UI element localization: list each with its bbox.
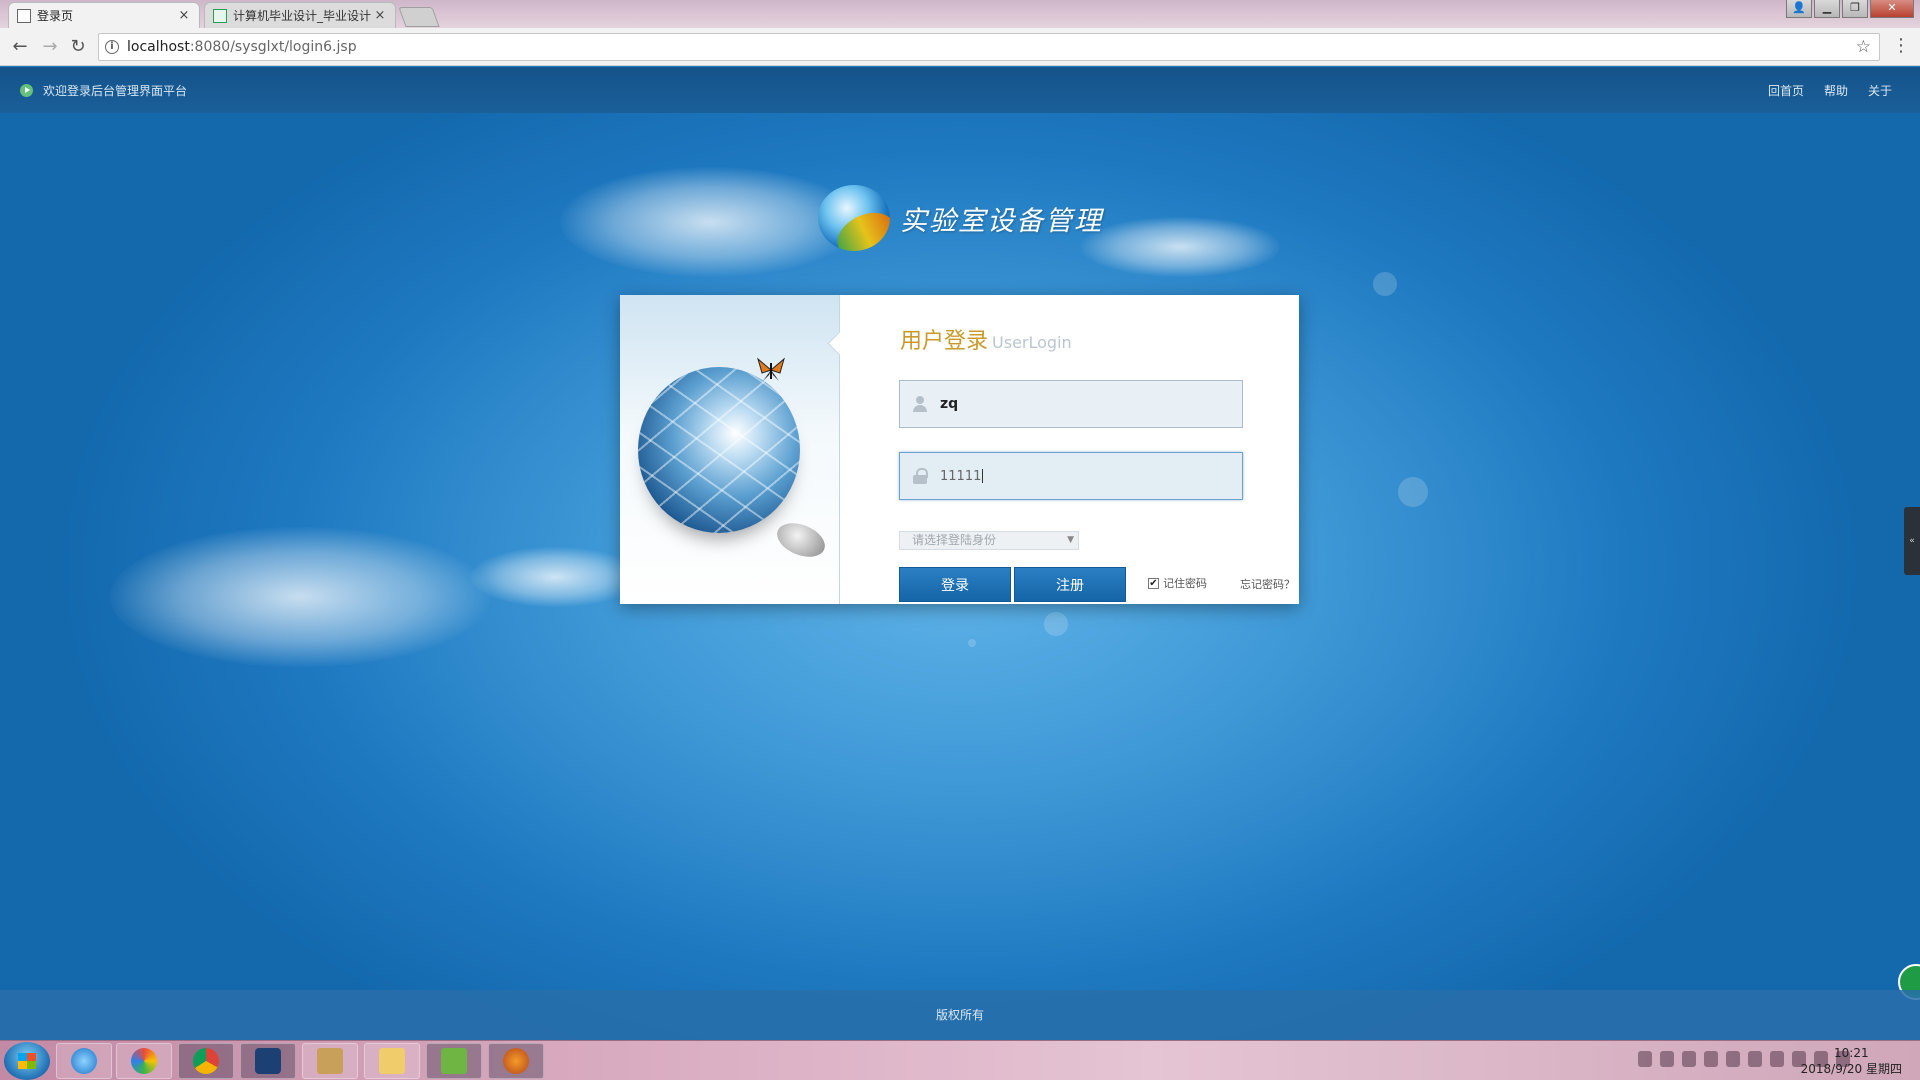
tab-close-icon[interactable]: × — [373, 8, 387, 23]
taskbar-editor-icon[interactable] — [240, 1043, 296, 1079]
login-illustration — [620, 295, 840, 604]
username-value: zq — [940, 396, 959, 412]
taskbar-orange-app-icon[interactable] — [488, 1043, 544, 1079]
tray-arrow-icon[interactable] — [1660, 1051, 1674, 1067]
role-placeholder: 请选择登陆身份 — [912, 533, 997, 547]
page-footer: 版权所有 — [0, 990, 1920, 1040]
cloud-decoration — [110, 527, 490, 667]
minimize-button[interactable]: ▁ — [1814, 0, 1840, 18]
user-icon — [900, 396, 940, 412]
bubble-decoration — [1044, 612, 1068, 636]
page-topbar: 欢迎登录后台管理界面平台 回首页 帮助 关于 — [0, 67, 1920, 113]
bubble-decoration — [1398, 477, 1428, 507]
clock-time: 10:21 — [1834, 1046, 1869, 1060]
lock-icon — [900, 468, 940, 484]
taskbar-chrome-icon[interactable] — [178, 1043, 234, 1079]
side-panel-tab[interactable]: « — [1904, 507, 1920, 575]
tab-title: 计算机毕业设计_毕业设计 — [233, 9, 372, 23]
cloud-decoration — [470, 547, 640, 607]
usb-icon[interactable] — [1682, 1051, 1696, 1067]
computer-mouse-icon — [772, 516, 830, 564]
login-title-cn: 用户登录 — [900, 329, 989, 354]
clock-date: 2018/9/20 星期四 — [1800, 1062, 1902, 1076]
logo-text: 实验室设备管理 — [900, 205, 1103, 237]
reload-button[interactable]: ↻ — [66, 35, 90, 59]
remember-label: 记住密码 — [1163, 577, 1207, 590]
tray-app-icon[interactable] — [1770, 1051, 1784, 1067]
windows-start-icon[interactable] — [4, 1042, 50, 1080]
nav-about-link[interactable]: 关于 — [1868, 82, 1892, 99]
url-path: :8080/sysglxt/login6.jsp — [189, 39, 357, 55]
taskbar-colorful-app-icon[interactable] — [116, 1043, 172, 1079]
top-nav: 回首页 帮助 关于 — [1768, 82, 1892, 99]
page-favicon-icon — [17, 8, 31, 23]
nav-home-link[interactable]: 回首页 — [1768, 82, 1804, 99]
app-logo: 实验室设备管理 — [818, 185, 1103, 251]
profile-icon[interactable]: 👤 — [1786, 0, 1812, 18]
taskbar-tools-icon[interactable] — [302, 1043, 358, 1079]
login-title: 用户登录 UserLogin — [900, 323, 1072, 355]
address-bar[interactable]: i localhost:8080/sysglxt/login6.jsp ☆ — [98, 33, 1880, 61]
register-button[interactable]: 注册 — [1014, 567, 1126, 602]
site-favicon-icon — [213, 8, 227, 23]
qq-icon[interactable] — [1748, 1051, 1762, 1067]
butterfly-icon — [757, 357, 785, 381]
password-value: 11111 — [940, 468, 982, 484]
page-background: 欢迎登录后台管理界面平台 回首页 帮助 关于 实验室设备管理 用户登录 User… — [0, 67, 1920, 1040]
login-title-en: UserLogin — [992, 333, 1072, 352]
remember-checkbox[interactable]: ✔ — [1148, 577, 1159, 589]
tab-login[interactable]: 登录页 × — [8, 2, 200, 28]
cloud-decoration — [1080, 217, 1280, 277]
welcome-message: 欢迎登录后台管理界面平台 — [20, 82, 187, 99]
login-button[interactable]: 登录 — [899, 567, 1011, 602]
text-cursor — [982, 469, 984, 483]
cloud-decoration — [560, 167, 860, 277]
login-panel: 用户登录 UserLogin zq 11111 请选择登陆身份 ▼ 登录 注册 ✔… — [620, 295, 1299, 604]
back-button[interactable]: ← — [8, 35, 32, 59]
url-host: localhost — [127, 39, 190, 55]
close-window-button[interactable]: ✕ — [1870, 0, 1914, 18]
chevron-down-icon: ▼ — [1067, 535, 1074, 545]
taskbar-ie-icon[interactable] — [56, 1043, 112, 1079]
qq-icon[interactable] — [1726, 1051, 1740, 1067]
puzzle-globe-icon — [638, 367, 800, 533]
tab-graduation-design[interactable]: 计算机毕业设计_毕业设计 × — [204, 2, 396, 28]
tab-title: 登录页 — [37, 9, 74, 23]
role-select[interactable]: 请选择登陆身份 ▼ — [899, 531, 1079, 550]
nav-help-link[interactable]: 帮助 — [1824, 82, 1848, 99]
globe-logo-icon — [818, 185, 890, 251]
tray-app-red-icon[interactable] — [1704, 1051, 1718, 1067]
bubble-decoration — [968, 639, 976, 647]
forgot-password-link[interactable]: 忘记密码？ — [1240, 576, 1295, 592]
maximize-button[interactable]: ❐ — [1842, 0, 1868, 18]
forward-button[interactable]: → — [38, 35, 62, 59]
star-icon[interactable]: ☆ — [1856, 37, 1871, 57]
system-clock[interactable]: 10:21 2018/9/20 星期四 — [1801, 1045, 1902, 1077]
password-field[interactable]: 11111 — [899, 452, 1243, 500]
os-taskbar: 10:21 2018/9/20 星期四 — [0, 1040, 1920, 1080]
welcome-text: 欢迎登录后台管理界面平台 — [43, 84, 188, 98]
site-info-icon[interactable]: i — [105, 40, 119, 54]
browser-toolbar: ← → ↻ i localhost:8080/sysglxt/login6.js… — [0, 28, 1920, 66]
keyboard-icon[interactable] — [1638, 1051, 1652, 1067]
username-field[interactable]: zq — [899, 380, 1243, 428]
new-tab-button[interactable] — [398, 7, 440, 27]
tab-close-icon[interactable]: × — [177, 8, 191, 23]
taskbar-file-explorer-icon[interactable] — [364, 1043, 420, 1079]
taskbar-notepad-icon[interactable] — [426, 1043, 482, 1079]
browser-tabstrip: 登录页 × 计算机毕业设计_毕业设计 × 👤 ▁ ❐ ✕ — [0, 0, 1920, 28]
remember-password[interactable]: ✔ 记住密码 — [1148, 575, 1207, 591]
bubble-decoration — [1373, 272, 1397, 296]
menu-dots-icon[interactable]: ⋮ — [1892, 37, 1910, 55]
window-controls: 👤 ▁ ❐ ✕ — [1784, 0, 1914, 18]
play-circle-icon — [20, 84, 33, 97]
